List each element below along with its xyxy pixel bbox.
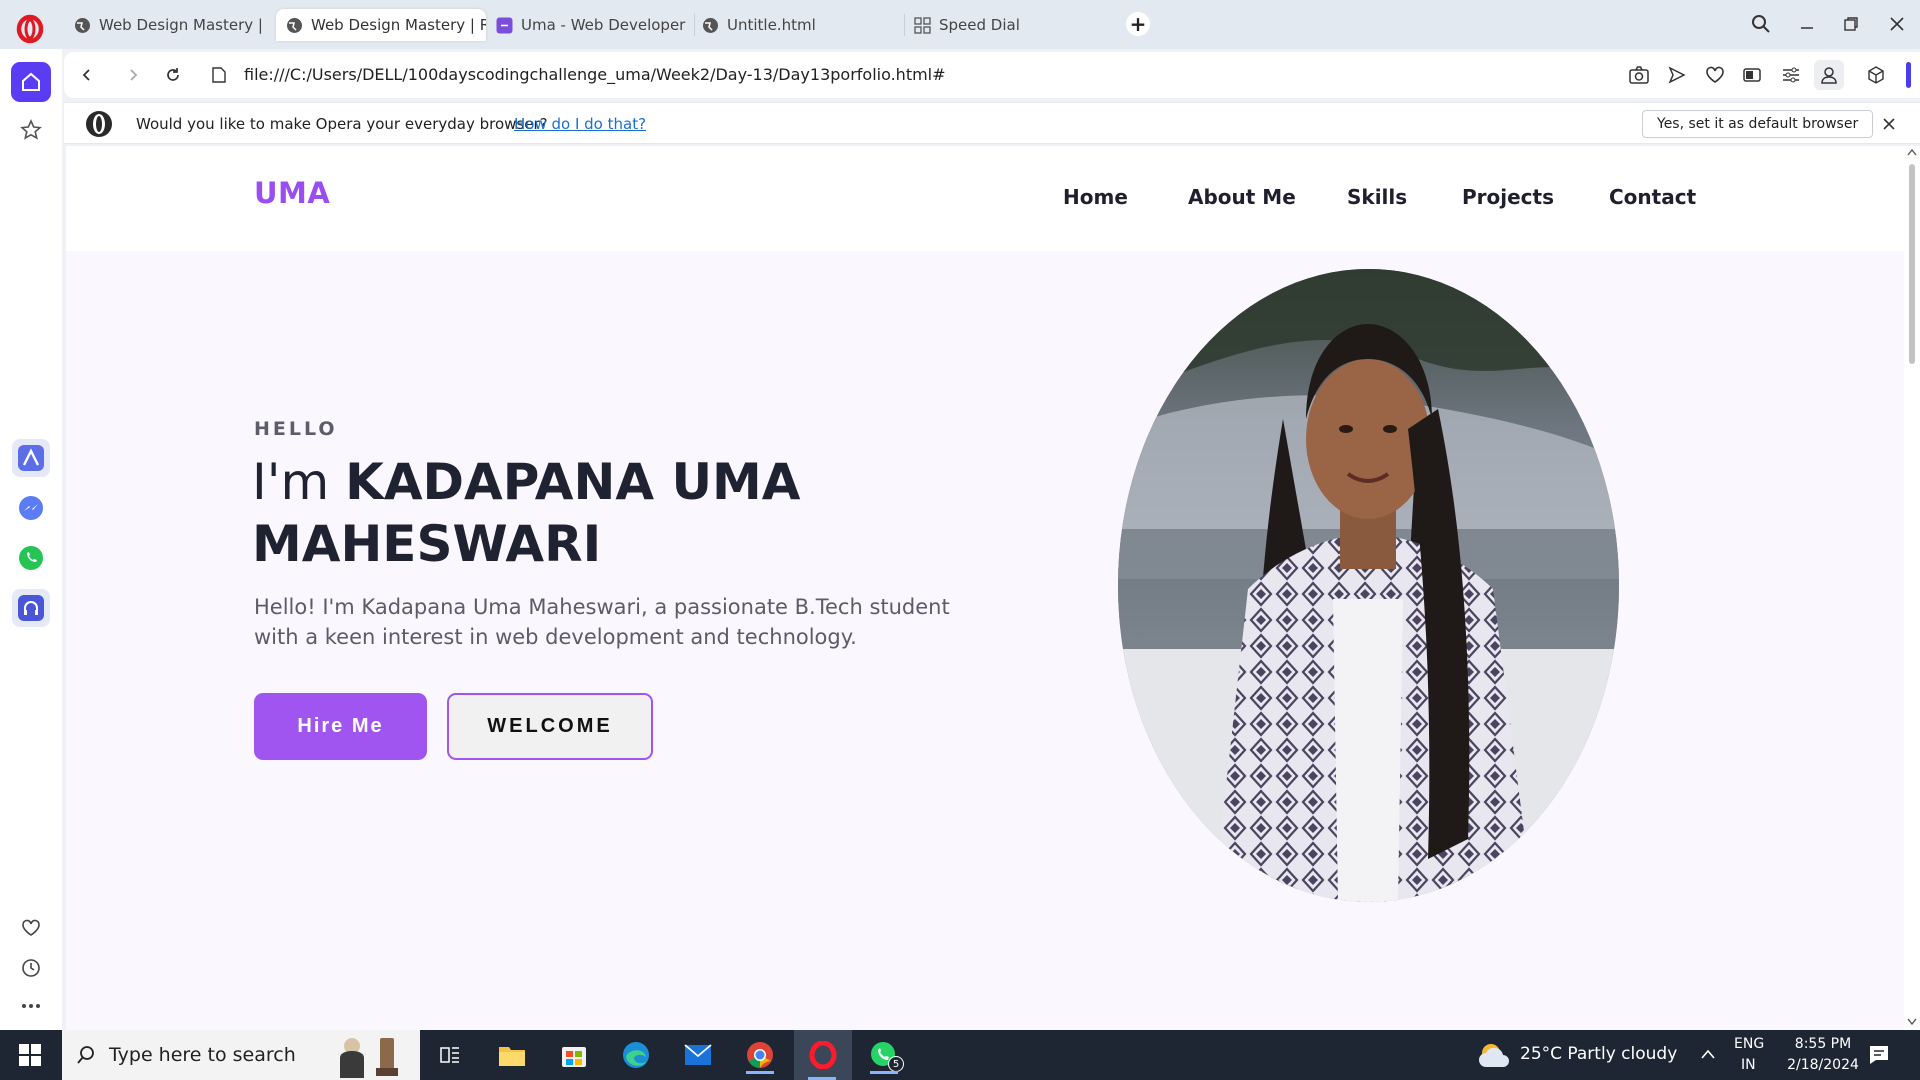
globe-icon [75,17,90,33]
scroll-thumb[interactable] [1909,164,1915,364]
restore-icon[interactable] [1836,10,1866,38]
heart-icon[interactable] [18,915,44,941]
back-icon[interactable] [72,60,102,90]
music-player-icon[interactable] [12,589,50,627]
region-indicator[interactable]: IN [1741,1057,1756,1073]
battery-saver-icon[interactable] [1740,62,1766,88]
nav-home[interactable]: Home [1063,185,1128,209]
hire-me-button[interactable]: Hire Me [254,693,427,760]
tab-title: Untitle.html [727,16,816,34]
hero-intro: Hello! I'm Kadapana Uma Maheswari, a pas… [254,595,950,649]
favorite-heart-icon[interactable] [1702,62,1728,88]
welcome-button[interactable]: WELCOME [447,693,653,760]
running-indicator [746,1071,774,1074]
tab-title: Web Design Mastery | Res [311,16,486,34]
taskbar-search[interactable]: Type here to search [62,1030,420,1080]
default-browser-infobar: Would you like to make Opera your everyd… [64,102,1920,144]
search-highlight-illustration [340,1038,398,1078]
extensions-cube-icon[interactable] [1863,62,1889,88]
tab-1[interactable]: Web Design Mastery | Res [64,9,268,41]
language-indicator[interactable]: ENG [1734,1036,1764,1052]
hero-headline: I'm KADAPANA UMA MAHESWARI [252,451,972,575]
minimize-icon[interactable] [1792,10,1822,38]
home-icon[interactable] [11,62,51,102]
snapshot-camera-icon[interactable] [1626,62,1652,88]
nav-skills[interactable]: Skills [1347,185,1407,209]
headline-prefix: I'm [252,453,330,511]
reload-icon[interactable] [158,60,188,90]
nav-contact[interactable]: Contact [1609,185,1696,209]
whatsapp-icon[interactable] [12,539,50,577]
tab-5[interactable]: Speed Dial [904,9,1104,41]
aria-ai-icon[interactable] [12,439,50,477]
opera-logo-icon[interactable] [16,14,44,44]
globe-icon [703,17,718,33]
windows-start-icon[interactable] [8,1036,52,1074]
opera-o-icon [86,111,112,137]
file-explorer-icon[interactable] [490,1036,534,1074]
url-input[interactable]: file:///C:/Users/DELL/100dayscodingchall… [244,65,946,84]
chevron-up-icon[interactable] [1700,1048,1716,1060]
tab-title: Web Design Mastery | Res [99,16,268,34]
scroll-down-icon[interactable] [1907,1018,1917,1026]
clock-time[interactable]: 8:55 PM [1786,1036,1860,1052]
opera-taskbar-icon[interactable] [794,1030,852,1080]
nav-about-me[interactable]: About Me [1188,185,1296,209]
taskbar-search-placeholder: Type here to search [109,1044,296,1066]
mail-icon[interactable] [676,1036,720,1074]
chrome-icon[interactable] [738,1036,782,1074]
search-icon [77,1046,94,1064]
tab-3[interactable]: Uma - Web Developer [486,9,686,41]
windows-taskbar: Type here to search 5 25°C Partly cloudy… [0,1030,1920,1080]
profile-photo-illustration [1118,269,1619,902]
profile-icon[interactable] [1814,60,1844,90]
tab-strip: Web Design Mastery | Res Web Design Mast… [0,0,1920,49]
hero-greeting: HELLO [254,418,338,440]
send-flow-icon[interactable] [1664,62,1690,88]
running-indicator [870,1071,898,1074]
task-view-icon[interactable] [428,1036,472,1074]
partly-cloudy-icon [1479,1044,1509,1067]
weather-text[interactable]: 25°C Partly cloudy [1520,1044,1677,1064]
opera-sidebar [0,49,62,1030]
bookmarks-icon[interactable] [18,117,44,143]
notification-badge: 5 [888,1056,904,1072]
sidebar-toggle-indicator[interactable] [1906,62,1911,88]
profile-photo [1118,269,1619,902]
tab-2-active[interactable]: Web Design Mastery | Res [276,9,486,41]
site-logo[interactable]: UMA [254,176,330,210]
history-clock-icon[interactable] [18,955,44,981]
infobar-help-link[interactable]: How do I do that? [514,115,646,133]
page-scrollbar[interactable] [1904,146,1920,1030]
nav-projects[interactable]: Projects [1462,185,1554,209]
close-icon[interactable] [1880,115,1898,133]
messenger-icon[interactable] [12,489,50,527]
speed-dial-icon [914,16,931,34]
microsoft-store-icon[interactable] [552,1036,596,1074]
whatsapp-taskbar-icon[interactable]: 5 [862,1036,906,1074]
code-icon [496,17,513,33]
more-options-icon[interactable] [18,993,44,1019]
new-tab-button[interactable]: + [1126,12,1150,36]
address-bar: file:///C:/Users/DELL/100dayscodingchall… [64,52,1920,98]
search-tabs-icon[interactable] [1746,10,1776,38]
edge-icon[interactable] [614,1036,658,1074]
notification-center-icon[interactable] [1868,1044,1890,1066]
site-header: UMA Home About Me Skills Projects Contac… [66,146,1904,251]
clock-date[interactable]: 2/18/2024 [1776,1057,1870,1073]
tab-4[interactable]: Untitle.html [692,9,892,41]
easy-setup-icon[interactable] [1778,62,1804,88]
headline-name: KADAPANA UMA MAHESWARI [252,453,801,573]
scroll-up-icon[interactable] [1907,148,1917,156]
tab-title: Speed Dial [939,16,1020,34]
close-window-icon[interactable] [1882,10,1912,38]
forward-icon[interactable] [118,60,148,90]
file-icon [212,67,226,83]
infobar-message: Would you like to make Opera your everyd… [136,115,548,133]
web-page: UMA Home About Me Skills Projects Contac… [66,146,1904,1030]
set-default-browser-button[interactable]: Yes, set it as default browser [1642,110,1874,138]
tab-title: Uma - Web Developer [521,16,686,34]
globe-icon [287,17,302,33]
